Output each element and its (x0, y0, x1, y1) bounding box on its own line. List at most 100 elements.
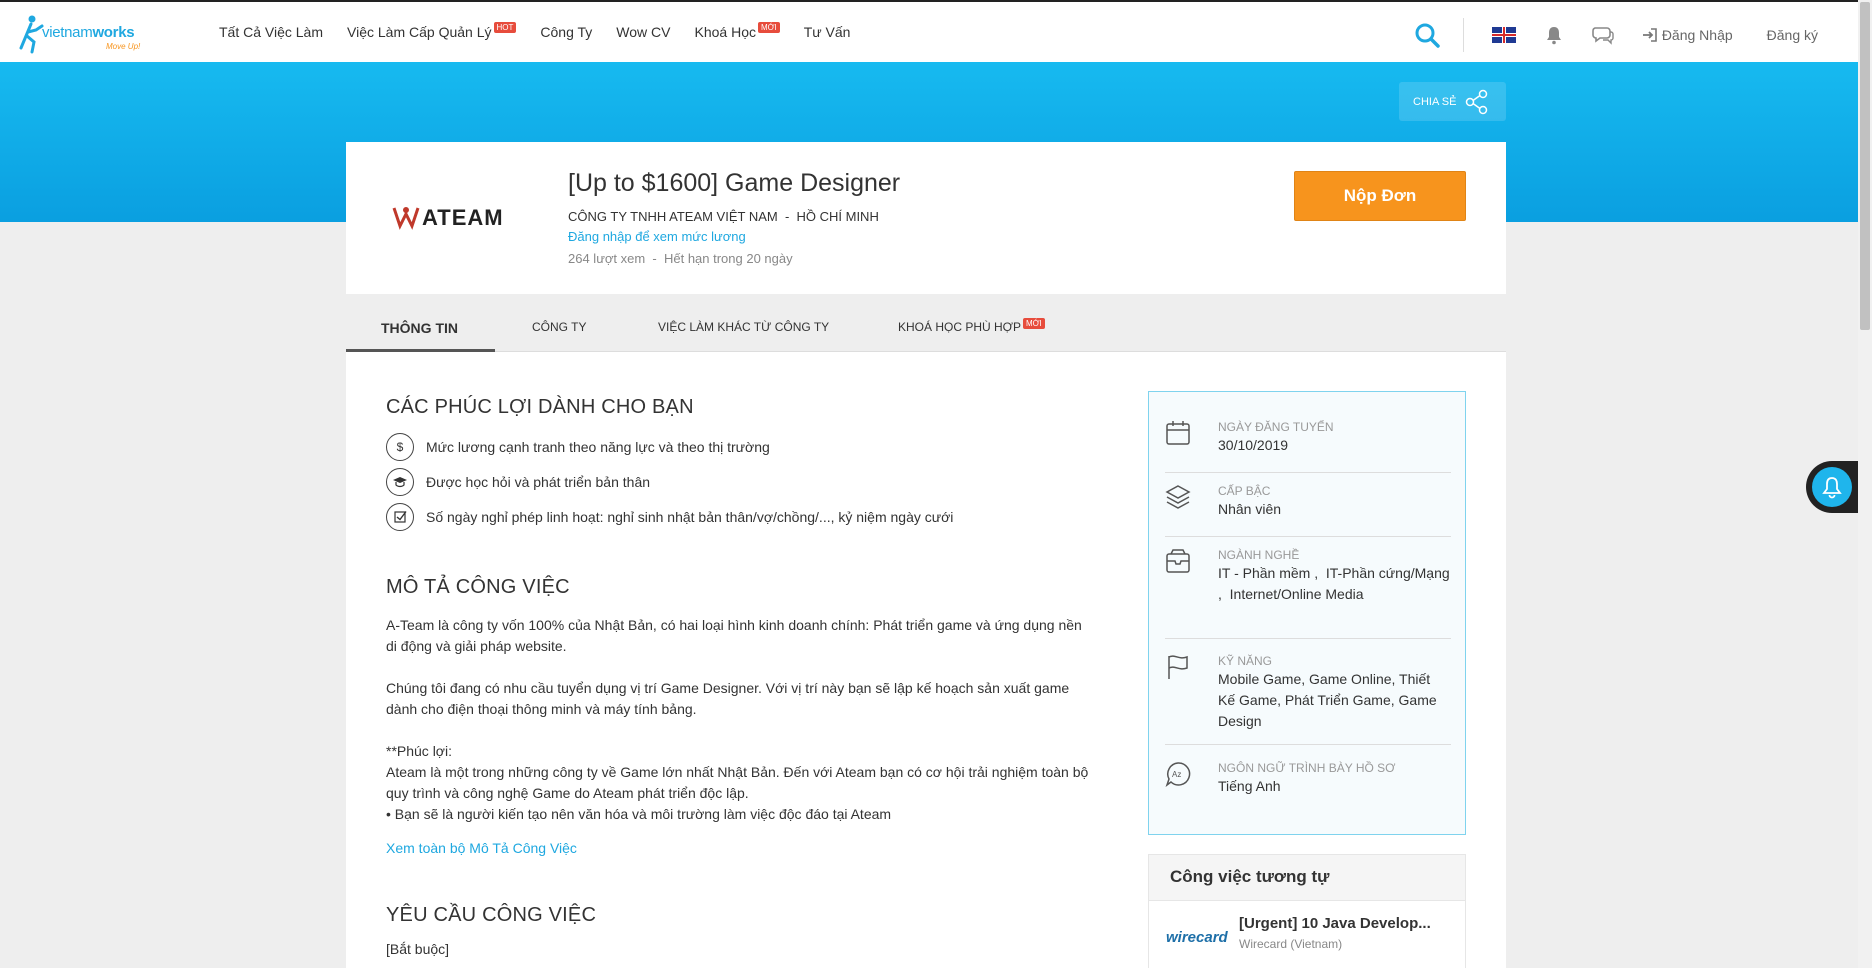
bell-icon[interactable] (1544, 25, 1564, 45)
nav-wow-cv[interactable]: Wow CV (616, 24, 670, 40)
chat-icon[interactable] (1592, 25, 1614, 45)
register-link[interactable]: Đăng ký (1767, 27, 1818, 43)
nav-label: Tất Cả Việc Làm (219, 24, 324, 40)
benefits-subheading: **Phúc lợi: (386, 743, 452, 759)
layers-icon (1165, 485, 1191, 509)
salary-login-link[interactable]: Đăng nhập để xem mức lương (568, 229, 746, 244)
page-scrollbar[interactable] (1858, 0, 1872, 968)
benefits-list: $ Mức lương cạnh tranh theo năng lực và … (386, 429, 1096, 534)
company-logo[interactable]: ATEAM (392, 202, 527, 232)
benefit-text: Số ngày nghỉ phép linh hoạt: nghỉ sinh n… (426, 508, 954, 525)
job-summary-panel: NGÀY ĐĂNG TUYỂN 30/10/2019 CẤP BẬC Nhân … (1148, 391, 1466, 835)
nav-label: Công Ty (540, 24, 593, 40)
description-paragraph: Ateam là một trong những công ty về Game… (386, 764, 1089, 801)
brand-name-bold: works (92, 24, 135, 41)
nav-courses[interactable]: Khoá Học MỚI (694, 22, 780, 40)
summary-industry: NGÀNH NGHỀ IT - Phần mềm , IT-Phần cứng/… (1165, 548, 1451, 639)
vietnamworks-logo[interactable]: vietnamworks Move Up! (18, 12, 153, 56)
right-nav: Đăng Nhập Đăng ký (1413, 18, 1818, 52)
language-icon: Az (1165, 762, 1191, 787)
summary-value: IT - Phần mềm , IT-Phần cứng/Mạng , Inte… (1218, 565, 1454, 602)
nav-companies[interactable]: Công Ty (540, 24, 592, 40)
svg-text:Az: Az (1172, 770, 1181, 779)
wirecard-logo: wirecard (1166, 929, 1228, 946)
share-icon (1466, 89, 1488, 114)
benefit-item: $ Mức lương cạnh tranh theo năng lực và … (386, 429, 1096, 464)
similar-job-title[interactable]: [Urgent] 10 Java Develop... (1239, 915, 1431, 932)
summary-posted-date: NGÀY ĐĂNG TUYỂN 30/10/2019 (1165, 420, 1451, 473)
new-badge: MỚI (757, 22, 780, 33)
job-meta: 264 lượt xem - Hết hạn trong 20 ngày (568, 251, 793, 266)
nav-all-jobs[interactable]: Tất Cả Việc Làm (219, 24, 323, 40)
briefcase-icon (1166, 549, 1190, 573)
runner-icon (19, 15, 44, 54)
benefit-text: Mức lương cạnh tranh theo năng lực và th… (426, 438, 770, 455)
share-label: CHIA SẺ (1413, 95, 1457, 108)
similar-job-company: Wirecard (Vietnam) (1239, 937, 1343, 951)
see-full-description-link[interactable]: Xem toàn bộ Mô Tả Công Việc (386, 840, 1096, 856)
description-paragraph: A-Team là công ty vốn 100% của Nhật Bản,… (386, 617, 1082, 654)
job-content: CÁC PHÚC LỢI DÀNH CHO BẠN $ Mức lương cạ… (346, 352, 1506, 968)
top-navbar: vietnamworks Move Up! Tất Cả Việc Làm Vi… (0, 0, 1858, 62)
login-link[interactable]: Đăng Nhập (1642, 27, 1733, 43)
nav-manager-jobs[interactable]: Việc Làm Cấp Quản Lý HOT (347, 22, 517, 40)
divider (1462, 18, 1464, 52)
hot-badge: HOT (493, 22, 517, 33)
nav-label: Wow CV (616, 24, 671, 40)
summary-value: Nhân viên (1218, 501, 1282, 517)
summary-value: Mobile Game, Game Online, Thiết Kế Game,… (1218, 671, 1437, 729)
job-title: [Up to $1600] Game Designer (568, 169, 901, 197)
scrollbar-thumb[interactable] (1860, 2, 1870, 330)
company-location[interactable]: CÔNG TY TNHH ATEAM VIỆT NAM - HỒ CHÍ MIN… (568, 209, 879, 224)
description-paragraph: Chúng tôi đang có nhu cầu tuyển dụng vị … (386, 680, 1070, 717)
main-nav: Tất Cả Việc Làm Việc Làm Cấp Quản Lý HOT … (219, 22, 874, 40)
job-tabs: THÔNG TIN CÔNG TY VIỆC LÀM KHÁC TỪ CÔNG … (346, 294, 1506, 352)
summary-value: Tiếng Anh (1218, 778, 1281, 794)
job-header-card: ATEAM [Up to $1600] Game Designer CÔNG T… (346, 142, 1506, 294)
new-badge: MỚI (1022, 318, 1045, 329)
benefits-heading: CÁC PHÚC LỢI DÀNH CHO BẠN (386, 396, 694, 418)
brand-name-light: vietnam (42, 24, 93, 41)
apply-button[interactable]: Nộp Đơn (1294, 171, 1466, 221)
benefit-text: Được học hỏi và phát triển bản thân (426, 473, 651, 490)
tab-courses[interactable]: KHOÁ HỌC PHÙ HỢP MỚI (898, 318, 1045, 334)
summary-label: NGÀNH NGHỀ (1218, 548, 1300, 562)
nav-label: Việc Làm Cấp Quản Lý (347, 24, 492, 40)
similar-jobs-panel: Công việc tương tự wirecard [Urgent] 10 … (1148, 854, 1466, 968)
ateam-emblem-icon (392, 207, 420, 230)
tab-courses-label: KHOÁ HỌC PHÙ HỢP (898, 320, 1021, 334)
description-bullet: • Bạn sẽ là người kiến tạo nên văn hóa v… (386, 806, 892, 822)
nav-consulting[interactable]: Tư Vấn (804, 24, 851, 40)
uk-flag-icon[interactable] (1491, 27, 1516, 43)
calendar-icon (1166, 421, 1190, 445)
tab-company[interactable]: CÔNG TY (532, 320, 586, 334)
summary-language: Az NGÔN NGỮ TRÌNH BÀY HỒ SƠ Tiếng Anh (1165, 761, 1451, 811)
description-heading: MÔ TẢ CÔNG VIỆC (386, 576, 570, 598)
search-icon[interactable] (1413, 21, 1441, 49)
summary-label: NGÀY ĐĂNG TUYỂN (1218, 420, 1334, 434)
summary-value: 30/10/2019 (1218, 437, 1289, 453)
nav-label: Khoá Học (694, 24, 756, 40)
login-label: Đăng Nhập (1661, 27, 1733, 43)
brand-tagline: Move Up! (106, 42, 141, 51)
description-body: A-Team là công ty vốn 100% của Nhật Bản,… (386, 615, 1096, 825)
tab-info[interactable]: THÔNG TIN (381, 320, 458, 336)
requirements-first-line: [Bắt buộc] (386, 941, 450, 957)
similar-jobs-heading: Công việc tương tự (1149, 855, 1465, 901)
summary-label: KỸ NĂNG (1218, 654, 1273, 668)
summary-skills: KỸ NĂNG Mobile Game, Game Online, Thiết … (1165, 654, 1451, 745)
checkbox-icon (386, 502, 414, 531)
flag-icon (1168, 655, 1188, 679)
summary-level: CẤP BẬC Nhân viên (1165, 484, 1451, 537)
sign-in-icon (1642, 28, 1657, 42)
notification-fab[interactable] (1806, 461, 1858, 513)
dollar-icon: $ (386, 432, 414, 461)
company-logo-text: ATEAM (422, 205, 504, 230)
register-label: Đăng ký (1766, 27, 1818, 43)
job-details: CÁC PHÚC LỢI DÀNH CHO BẠN $ Mức lương cạ… (386, 396, 1096, 957)
benefit-item: Được học hỏi và phát triển bản thân (386, 464, 1096, 499)
summary-label: NGÔN NGỮ TRÌNH BÀY HỒ SƠ (1218, 761, 1396, 775)
tab-other-jobs[interactable]: VIỆC LÀM KHÁC TỪ CÔNG TY (658, 320, 829, 334)
graduation-cap-icon (386, 467, 414, 496)
share-button[interactable]: CHIA SẺ (1399, 82, 1506, 121)
